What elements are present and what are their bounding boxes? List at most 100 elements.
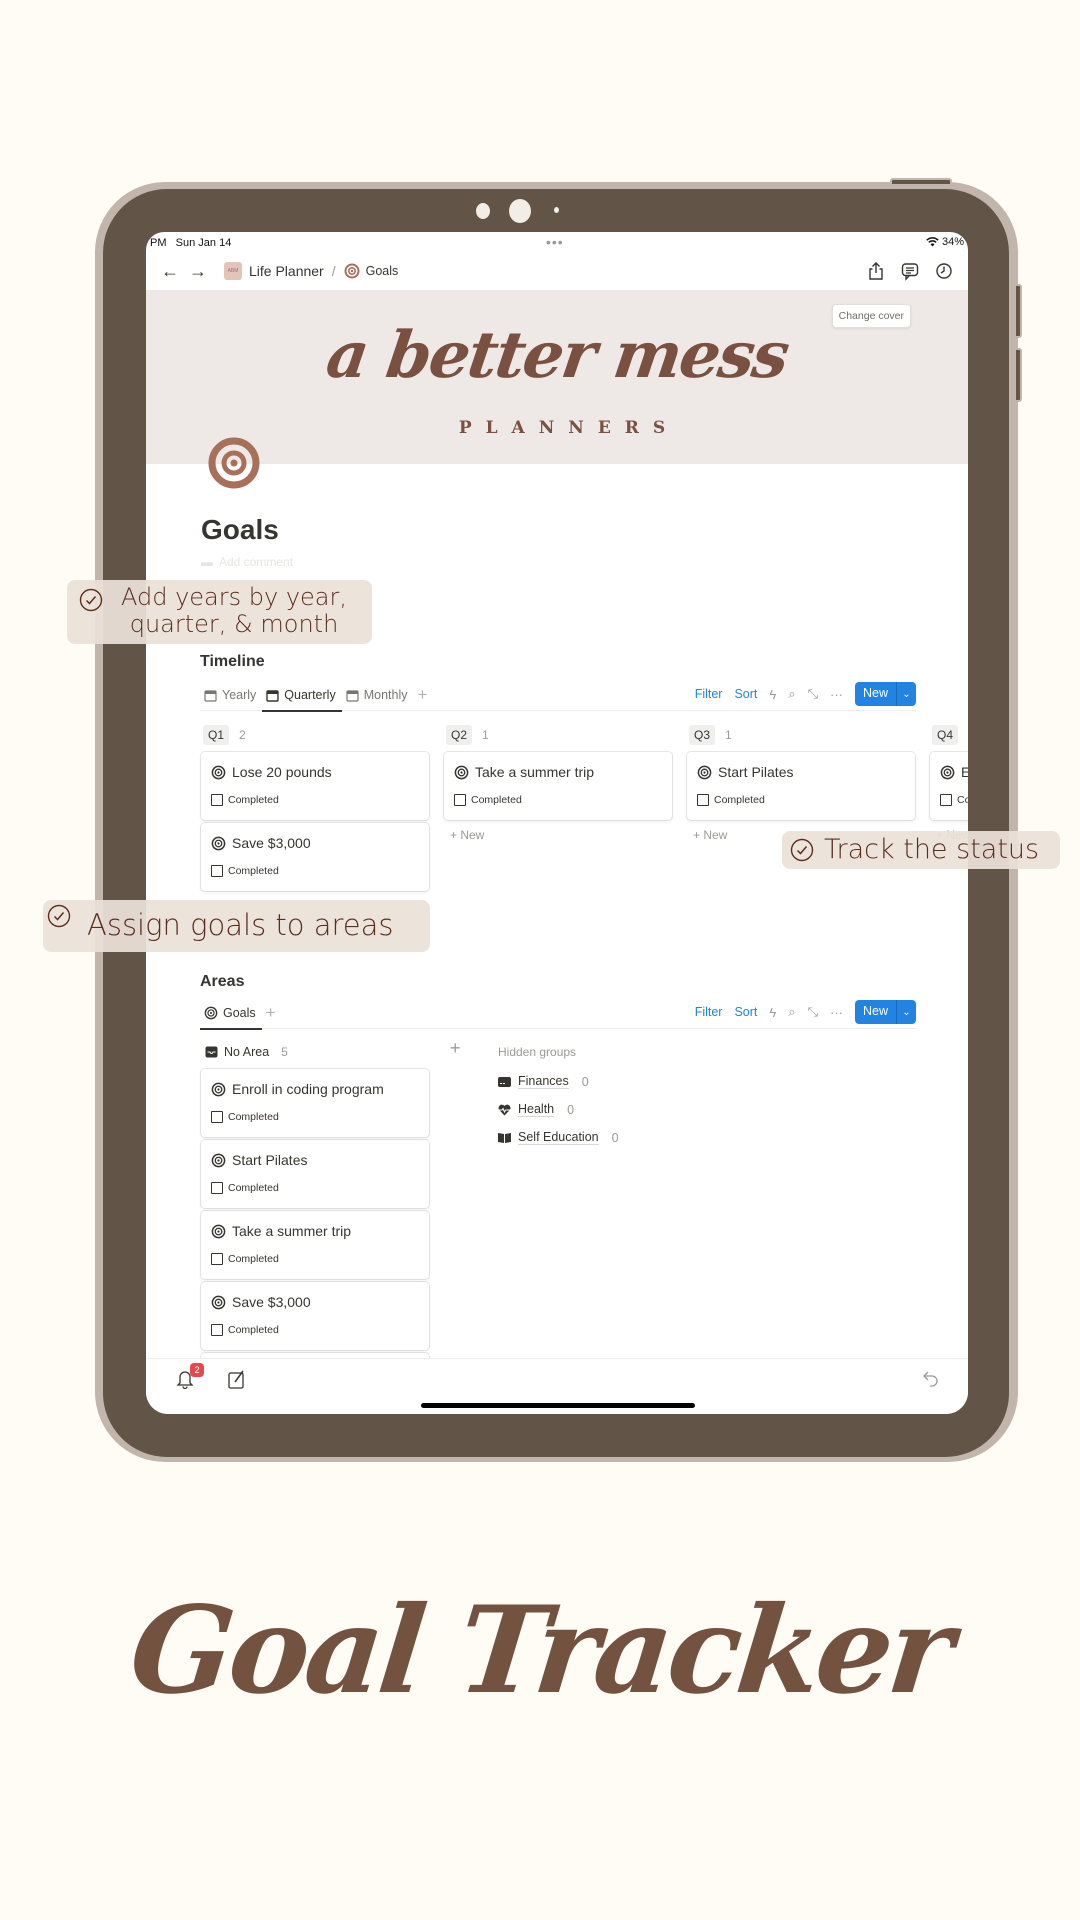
heart-pulse-icon — [498, 1104, 511, 1115]
top-navigation: ← → ABM Life Planner / Goals • — [146, 252, 968, 290]
filter-button[interactable]: Filter — [695, 1005, 723, 1019]
target-icon — [204, 1006, 218, 1020]
book-icon — [498, 1133, 511, 1143]
board-card[interactable]: Save $3,000 Completed — [201, 1282, 429, 1350]
completed-checkbox[interactable] — [454, 794, 466, 806]
target-icon — [211, 1295, 226, 1309]
card-title: Save $3,000 — [232, 835, 311, 851]
completed-checkbox[interactable] — [211, 794, 223, 806]
card-title: Take a summer trip — [232, 1223, 352, 1239]
callout-status: Track the status — [782, 831, 1060, 869]
add-view-plus-icon[interactable]: + — [266, 1003, 276, 1023]
card-title: Start Pilates — [232, 1152, 308, 1168]
card-title: Lose 20 pounds — [232, 764, 332, 780]
board-card[interactable]: Lose 20 pounds Completed — [201, 752, 429, 820]
add-comment-label: Add comment — [219, 555, 294, 569]
page-target-icon[interactable] — [208, 437, 260, 489]
breadcrumb-current-page[interactable]: Goals — [366, 264, 399, 278]
notification-badge: 2 — [190, 1363, 204, 1377]
expand-icon[interactable]: ⤡ — [808, 686, 818, 702]
breadcrumb-workspace[interactable]: Life Planner — [249, 263, 324, 279]
completed-checkbox[interactable] — [211, 1111, 223, 1123]
hidden-group-health[interactable]: Health 0 — [498, 1102, 574, 1117]
status-time: PM — [150, 237, 167, 249]
target-icon — [211, 765, 226, 779]
add-group-plus-icon[interactable]: + — [450, 1038, 461, 1059]
target-icon — [211, 1224, 226, 1238]
card-property-label: Completed — [228, 1324, 279, 1336]
bottom-toolbar: 2 — [146, 1358, 968, 1414]
target-icon — [211, 836, 226, 850]
back-arrow-icon[interactable]: ← — [156, 261, 184, 282]
add-comment-button[interactable]: ▬ Add comment — [201, 555, 293, 569]
board-column-q1: Q1 2 Lose 20 pounds Completed Save $3,000… — [201, 724, 429, 894]
tab-yearly[interactable]: Yearly — [200, 679, 262, 711]
hidden-group-self-education[interactable]: Self Education 0 — [498, 1130, 619, 1145]
more-icon[interactable]: ··· — [830, 1005, 843, 1020]
tab-monthly[interactable]: Monthly — [342, 679, 414, 711]
board-card[interactable]: Take a summer trip Completed — [201, 1211, 429, 1279]
share-icon[interactable] — [866, 261, 886, 281]
completed-checkbox[interactable] — [211, 1253, 223, 1265]
card-property-label: Completed — [228, 865, 279, 877]
multitasking-dots-icon[interactable]: ••• — [546, 234, 564, 250]
filter-button[interactable]: Filter — [695, 687, 723, 701]
card-property-label: Completed — [228, 1111, 279, 1123]
column-label: Q1 — [203, 725, 230, 745]
callout-text: Add years by year, quarter, & month — [120, 583, 347, 638]
hidden-group-count: 0 — [567, 1102, 575, 1117]
card-property-label: Completed — [228, 1253, 279, 1265]
sort-button[interactable]: Sort — [734, 687, 757, 701]
callout-years: Add years by year, quarter, & month — [67, 580, 372, 644]
column-label: Q4 — [932, 725, 959, 745]
hidden-group-finances[interactable]: Finances 0 — [498, 1074, 589, 1089]
board-card[interactable]: Save $3,000 Completed — [201, 823, 429, 891]
tab-quarterly[interactable]: Quarterly — [262, 679, 343, 712]
comments-icon[interactable] — [900, 261, 920, 281]
board-card[interactable]: Enroll in coding program Completed — [930, 752, 968, 820]
expand-icon[interactable]: ⤡ — [808, 1004, 818, 1020]
brand-logo-script: a better mess — [321, 318, 793, 393]
automation-lightning-icon[interactable]: ϟ — [769, 687, 776, 702]
hidden-group-name: Health — [518, 1102, 555, 1117]
card-property-label: Completed — [957, 794, 968, 806]
completed-checkbox[interactable] — [940, 794, 952, 806]
calendar-icon — [346, 689, 359, 702]
new-button[interactable]: New ⌄ — [854, 1000, 916, 1024]
completed-checkbox[interactable] — [211, 1182, 223, 1194]
check-circle-icon — [79, 588, 103, 612]
history-clock-icon[interactable] — [934, 261, 954, 281]
undo-icon[interactable] — [922, 1369, 940, 1389]
automation-lightning-icon[interactable]: ϟ — [769, 1005, 776, 1020]
tab-label: Monthly — [363, 688, 408, 702]
new-button[interactable]: New ⌄ — [854, 682, 916, 706]
hidden-group-name: Self Education — [518, 1130, 599, 1145]
board-card[interactable]: Start Pilates Completed — [201, 1140, 429, 1208]
column-label: Q2 — [446, 725, 473, 745]
chevron-down-icon[interactable]: ⌄ — [896, 682, 916, 706]
board-card[interactable]: Start Pilates Completed — [687, 752, 915, 820]
comment-icon: ▬ — [201, 555, 213, 569]
chevron-down-icon[interactable]: ⌄ — [896, 1000, 916, 1024]
sort-button[interactable]: Sort — [734, 1005, 757, 1019]
more-icon[interactable]: ··· — [830, 687, 843, 702]
forward-arrow-icon[interactable]: → — [184, 261, 212, 282]
completed-checkbox[interactable] — [697, 794, 709, 806]
status-date: Sun Jan 14 — [175, 237, 232, 249]
home-indicator[interactable] — [421, 1403, 695, 1408]
add-view-plus-icon[interactable]: + — [417, 685, 427, 705]
search-icon[interactable]: ⌕ — [788, 1004, 795, 1020]
board-card[interactable]: Take a summer trip Completed — [444, 752, 672, 820]
completed-checkbox[interactable] — [211, 1324, 223, 1336]
areas-view-bar: Goals + Filter Sort ϟ ⌕ ⤡ ··· New ⌄ — [200, 997, 916, 1030]
workspace-icon: ABM — [224, 262, 242, 280]
search-icon[interactable]: ⌕ — [788, 686, 795, 702]
add-new-card-button[interactable]: + New — [444, 828, 672, 842]
column-count: 2 — [239, 728, 246, 742]
tab-goals[interactable]: Goals — [200, 997, 262, 1030]
completed-checkbox[interactable] — [211, 865, 223, 877]
compose-icon[interactable] — [228, 1369, 246, 1389]
tablet-volume-down-button — [1016, 348, 1022, 402]
page-title[interactable]: Goals — [201, 514, 279, 546]
board-card[interactable]: Enroll in coding program Completed — [201, 1069, 429, 1137]
